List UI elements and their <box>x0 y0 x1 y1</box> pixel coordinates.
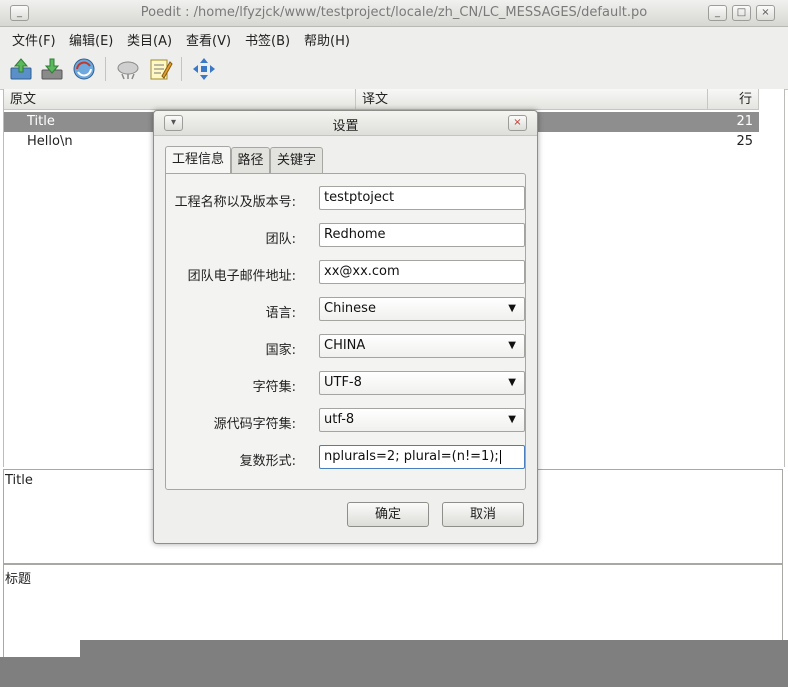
desktop-background <box>80 640 788 687</box>
open-icon[interactable] <box>8 56 34 82</box>
cancel-button[interactable]: 取消 <box>442 502 524 527</box>
close-window-button[interactable]: × <box>756 5 775 21</box>
dropdown-arrow-icon: ▼ <box>508 414 516 425</box>
close-icon: × <box>513 117 522 128</box>
list-item-source: Hello\n <box>27 134 73 149</box>
team-email-label: 团队电子邮件地址: <box>187 269 296 284</box>
source-text: Title <box>5 473 33 488</box>
settings-dialog: ▾ 设置 × 工程信息 路径 关键字 工程名称以及版本号: testptojec… <box>153 110 538 544</box>
list-item-line: 21 <box>736 114 753 129</box>
desktop-background <box>0 657 80 687</box>
language-select[interactable]: Chinese ▼ <box>319 297 525 321</box>
menu-view[interactable]: 查看(V) <box>186 30 231 49</box>
project-info-panel: 工程名称以及版本号: testptoject 团队: Redhome 团队电子邮… <box>165 173 526 490</box>
source-charset-value: utf-8 <box>324 412 355 427</box>
country-select[interactable]: CHINA ▼ <box>319 334 525 358</box>
validate-icon[interactable] <box>115 56 141 82</box>
plural-forms-value: nplurals=2; plural=(n!=1); <box>324 449 499 464</box>
plural-forms-input[interactable]: nplurals=2; plural=(n!=1); <box>319 445 525 469</box>
maximize-button[interactable]: □ <box>732 5 751 21</box>
ok-button[interactable]: 确定 <box>347 502 429 527</box>
country-label: 国家: <box>265 343 296 358</box>
team-email-input[interactable]: xx@xx.com <box>319 260 525 284</box>
minimize-icon: _ <box>715 7 720 18</box>
project-name-input[interactable]: testptoject <box>319 186 525 210</box>
window-titlebar: _ Poedit : /home/lfyzjck/www/testproject… <box>0 0 788 27</box>
team-input[interactable]: Redhome <box>319 223 525 247</box>
menu-bar: 文件(F) 编辑(E) 类目(A) 查看(V) 书签(B) 帮助(H) <box>0 27 788 49</box>
tab-project-info[interactable]: 工程信息 <box>165 146 231 174</box>
window-title: Poedit : /home/lfyzjck/www/testproject/l… <box>140 5 648 20</box>
tab-paths[interactable]: 路径 <box>231 147 270 173</box>
country-value: CHINA <box>324 338 366 353</box>
project-name-label: 工程名称以及版本号: <box>174 195 296 210</box>
menu-file[interactable]: 文件(F) <box>12 30 56 49</box>
plural-forms-label: 复数形式: <box>239 454 296 469</box>
source-charset-select[interactable]: utf-8 ▼ <box>319 408 525 432</box>
minimize-button[interactable]: _ <box>708 5 727 21</box>
dropdown-arrow-icon: ▼ <box>508 377 516 388</box>
language-value: Chinese <box>324 301 376 316</box>
menu-catalog[interactable]: 类目(A) <box>127 30 172 49</box>
list-item-source: Title <box>27 114 55 129</box>
toolbar-separator <box>181 57 182 81</box>
toolbar <box>0 49 788 90</box>
dropdown-arrow-icon: ▼ <box>508 340 516 351</box>
column-header-line[interactable]: 行 <box>708 89 759 110</box>
charset-label: 字符集: <box>252 380 296 395</box>
column-header-translation[interactable]: 译文 <box>356 89 708 110</box>
menu-bookmarks[interactable]: 书签(B) <box>245 30 290 49</box>
charset-value: UTF-8 <box>324 375 362 390</box>
close-icon: × <box>761 7 770 18</box>
dialog-titlebar: ▾ 设置 × <box>154 111 537 136</box>
dialog-title: 设置 <box>332 119 359 134</box>
list-item-line: 25 <box>736 134 753 149</box>
team-label: 团队: <box>265 232 296 247</box>
tab-keywords[interactable]: 关键字 <box>270 147 323 173</box>
charset-select[interactable]: UTF-8 ▼ <box>319 371 525 395</box>
menu-edit[interactable]: 编辑(E) <box>69 30 113 49</box>
source-charset-label: 源代码字符集: <box>213 417 296 432</box>
language-label: 语言: <box>265 306 296 321</box>
comment-icon[interactable] <box>147 56 173 82</box>
dialog-close-button[interactable]: × <box>508 115 527 131</box>
fullscreen-icon[interactable] <box>191 56 217 82</box>
update-catalog-icon[interactable] <box>71 56 97 82</box>
toolbar-separator <box>105 57 106 81</box>
column-header-source[interactable]: 原文 <box>4 89 356 110</box>
menu-help[interactable]: 帮助(H) <box>304 30 350 49</box>
text-caret <box>499 449 501 464</box>
translation-text: 标题 <box>5 572 32 587</box>
dropdown-arrow-icon: ▼ <box>508 303 516 314</box>
save-icon[interactable] <box>39 56 65 82</box>
maximize-icon: □ <box>736 7 747 18</box>
